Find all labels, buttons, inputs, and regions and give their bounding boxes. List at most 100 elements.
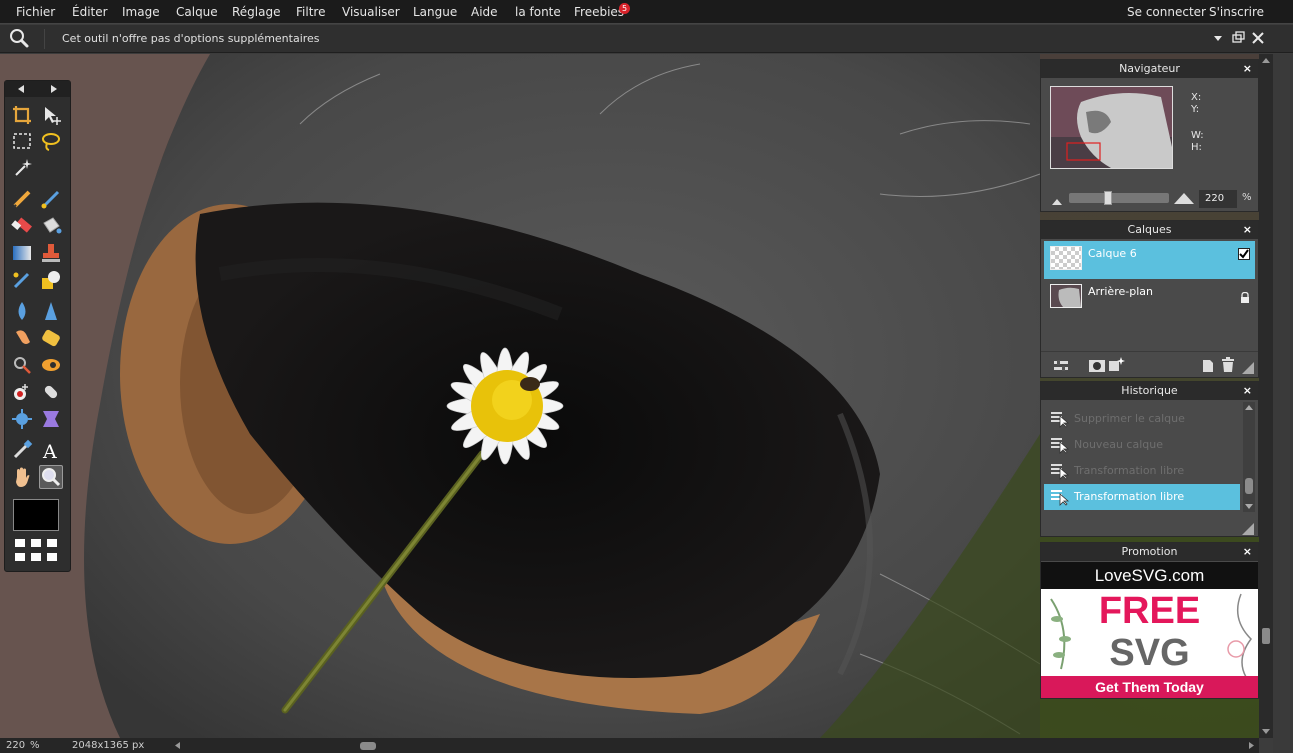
bucket-tool-icon[interactable] [39, 214, 63, 238]
lasso-tool-icon[interactable] [39, 129, 63, 153]
resize-corner-icon[interactable] [1242, 520, 1254, 539]
nav-y-label: Y: [1191, 104, 1200, 115]
history-step-icon [1050, 436, 1070, 458]
layer-name: Arrière-plan [1088, 285, 1153, 298]
navigator-close-button[interactable]: × [1243, 60, 1252, 78]
login-link[interactable]: Se connecter [1127, 0, 1206, 24]
gradient-tool-icon[interactable] [10, 241, 34, 265]
canvas-vscroll-thumb[interactable] [1262, 628, 1270, 644]
canvas-hscroll-thumb[interactable] [360, 742, 376, 750]
magic-wand-icon[interactable] [10, 155, 34, 179]
layer-settings-icon[interactable] [1053, 358, 1069, 377]
promo-ad[interactable]: LoveSVG.com FREE SVG Get Them Today [1041, 562, 1258, 698]
clone-stamp-icon[interactable] [39, 241, 63, 265]
zoom-in-mountain-icon[interactable] [1173, 190, 1195, 210]
delete-layer-icon[interactable] [1221, 357, 1235, 377]
menu-filtre[interactable]: Filtre [296, 0, 325, 24]
text-tool-icon[interactable]: A [39, 438, 63, 463]
menu-editer[interactable]: Éditer [72, 0, 108, 24]
zoom-slider-knob[interactable] [1104, 191, 1112, 205]
history-label: Nouveau calque [1074, 438, 1163, 451]
blur-tool-icon[interactable] [10, 299, 34, 323]
color-picker-icon[interactable] [10, 438, 34, 462]
history-scroll-thumb[interactable] [1245, 478, 1253, 494]
hand-tool-icon[interactable] [10, 465, 34, 489]
canvas-horizontal-scrollbar[interactable] [172, 741, 1257, 750]
menu-calque[interactable]: Calque [176, 0, 218, 24]
menu-freebies[interactable]: Freebies [574, 0, 624, 24]
options-message: Cet outil n'offre pas d'options suppléme… [62, 32, 320, 45]
menu-reglage[interactable]: Réglage [232, 0, 281, 24]
navigator-panel: Navigateur × X: Y: W: H: 220 % [1040, 59, 1259, 212]
menu-fichier[interactable]: Fichier [16, 0, 55, 24]
history-scrollbar[interactable] [1243, 402, 1255, 512]
svg-text:A: A [42, 441, 57, 462]
promo-headline-svg: SVG [1109, 632, 1190, 674]
canvas-vertical-scrollbar[interactable] [1259, 54, 1273, 738]
layer-thumbnail [1050, 284, 1082, 308]
dodge-tool-icon[interactable] [10, 353, 34, 377]
color-replace-icon[interactable] [10, 268, 34, 292]
layers-close-button[interactable]: × [1243, 221, 1252, 239]
menu-image[interactable]: Image [122, 0, 160, 24]
history-item[interactable]: Transformation libre [1044, 458, 1240, 484]
bloat-tool-icon[interactable] [10, 407, 34, 431]
history-list: Supprimer le calque Nouveau calque Trans… [1044, 402, 1240, 512]
history-step-icon [1050, 488, 1070, 510]
spot-heal-icon[interactable] [39, 380, 63, 404]
promo-brand: LoveSVG.com [1041, 562, 1258, 589]
marquee-tool-icon[interactable] [10, 129, 34, 153]
history-item[interactable]: Supprimer le calque [1044, 406, 1240, 432]
layer-visibility-checkbox[interactable] [1238, 248, 1250, 260]
zoom-slider[interactable] [1069, 191, 1169, 205]
history-title: Historique [1041, 382, 1258, 400]
view-mode-grid-icon[interactable] [13, 537, 61, 565]
foreground-color-swatch[interactable] [13, 499, 59, 531]
history-item-selected[interactable]: Transformation libre [1044, 484, 1240, 510]
history-close-button[interactable]: × [1243, 382, 1252, 400]
dropdown-icon[interactable] [1209, 29, 1227, 47]
nav-h-label: H: [1191, 142, 1202, 153]
lock-icon [1240, 289, 1250, 308]
history-item[interactable]: Nouveau calque [1044, 432, 1240, 458]
sponge-tool-icon[interactable] [39, 326, 63, 350]
new-layer-icon[interactable] [1201, 358, 1215, 377]
nav-w-label: W: [1191, 130, 1204, 141]
layer-styles-icon[interactable] [1108, 356, 1126, 376]
menu-la-fonte[interactable]: la fonte [515, 0, 561, 24]
history-label: Supprimer le calque [1074, 412, 1185, 425]
crop-tool-icon[interactable] [10, 103, 34, 127]
pinch-tool-icon[interactable] [39, 407, 63, 431]
close-window-icon[interactable] [1249, 29, 1267, 47]
move-tool-icon[interactable] [39, 103, 63, 127]
layer-thumbnail [1050, 246, 1082, 270]
navigator-thumbnail[interactable] [1050, 86, 1173, 169]
menu-visualiser[interactable]: Visualiser [342, 0, 400, 24]
promo-cta-button[interactable]: Get Them Today [1041, 676, 1258, 698]
zoom-tool-button[interactable] [39, 465, 63, 489]
pencil-tool-icon[interactable] [10, 187, 34, 211]
navigator-zoom-input[interactable]: 220 [1199, 190, 1237, 208]
shape-tool-icon[interactable] [39, 268, 63, 292]
brush-tool-icon[interactable] [39, 187, 63, 211]
burn-tool-icon[interactable] [39, 353, 63, 377]
promotion-close-button[interactable]: × [1243, 543, 1252, 561]
menu-langue[interactable]: Langue [413, 0, 457, 24]
resize-corner-icon[interactable] [1242, 359, 1254, 378]
sharpen-tool-icon[interactable] [39, 299, 63, 323]
options-divider [44, 29, 45, 49]
layers-panel: Calques × Calque 6 Arrière-plan [1040, 220, 1259, 378]
smudge-tool-icon[interactable] [10, 326, 34, 350]
layer-mask-icon[interactable] [1088, 358, 1106, 377]
layer-row-calque-6[interactable]: Calque 6 [1044, 241, 1255, 279]
status-zoom-unit: % [30, 740, 40, 751]
signup-link[interactable]: S'inscrire [1209, 0, 1264, 24]
menu-aide[interactable]: Aide [471, 0, 498, 24]
eraser-tool-icon[interactable] [10, 214, 34, 238]
zoom-out-mountain-icon[interactable] [1050, 192, 1064, 211]
status-zoom[interactable]: 220 [6, 738, 25, 753]
restore-window-icon[interactable] [1229, 29, 1247, 47]
layer-row-arriere-plan[interactable]: Arrière-plan [1044, 279, 1255, 317]
red-eye-tool-icon[interactable] [10, 380, 34, 404]
history-label: Transformation libre [1074, 464, 1185, 477]
